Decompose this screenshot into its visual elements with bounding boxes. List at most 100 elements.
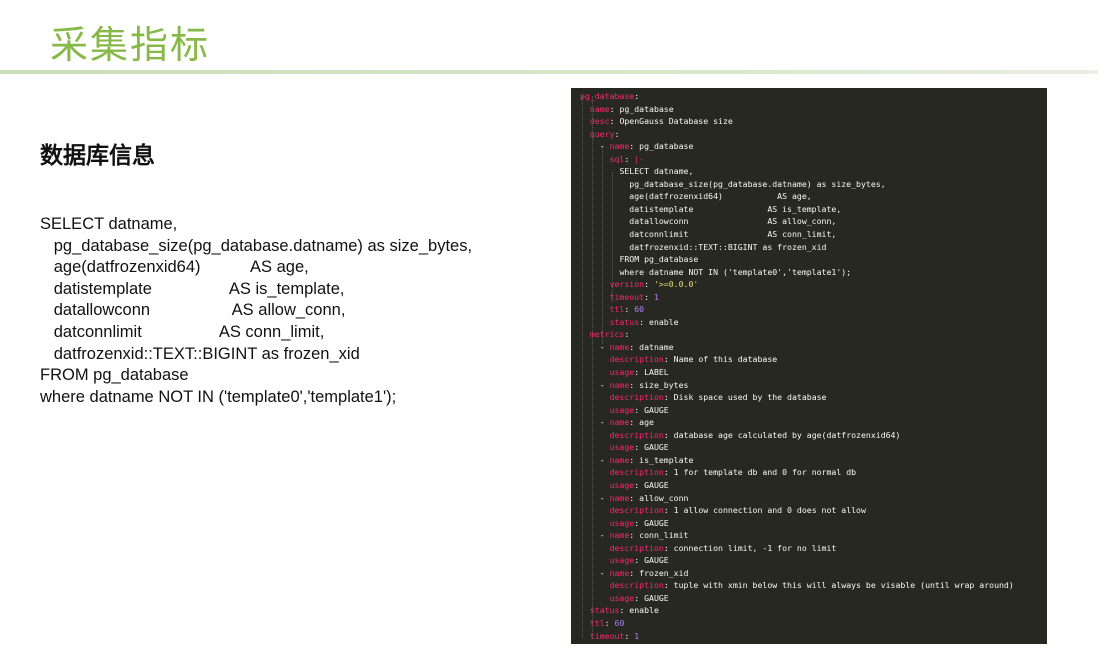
yaml-key: usage <box>609 517 635 528</box>
yaml-key: name <box>609 379 630 390</box>
yaml-separator: : <box>634 404 645 415</box>
code-indent: - <box>580 492 610 503</box>
yaml-value: pg_database <box>619 103 674 114</box>
code-line: - name: conn_limit <box>580 529 1014 542</box>
yaml-separator: : <box>629 454 640 465</box>
code-line: pg_database_size(pg_database.datname) as… <box>580 178 1014 191</box>
yaml-value: Disk space used by the database <box>673 392 827 403</box>
code-line: datfrozenxid::TEXT::BIGINT as frozen_xid <box>580 241 1014 254</box>
code-line: name: pg_database <box>580 103 1014 116</box>
code-indent: - <box>580 379 610 390</box>
sql-line: where datname NOT IN ('template0','templ… <box>40 387 397 406</box>
code-line: timeout: 1 <box>580 630 1014 643</box>
yaml-key: description <box>609 542 664 553</box>
code-line: FROM pg_database <box>580 253 1014 266</box>
yaml-separator: : <box>639 316 650 327</box>
yaml-separator: : <box>644 291 654 302</box>
yaml-key: description <box>609 392 664 403</box>
yaml-value: datistemplate AS is_template, <box>629 203 842 214</box>
yaml-key: usage <box>609 367 635 378</box>
yaml-value: 1 <box>634 630 640 641</box>
yaml-key: name <box>589 103 610 114</box>
yaml-separator: : <box>663 392 674 403</box>
yaml-value: datname <box>639 341 674 352</box>
yaml-value: age <box>639 417 654 428</box>
code-line: usage: GAUGE <box>580 441 1014 454</box>
yaml-separator: : <box>644 279 654 290</box>
yaml-separator: : <box>624 153 635 164</box>
yaml-key: sql <box>609 153 625 164</box>
yaml-value: pg_database <box>639 141 694 152</box>
yaml-value: pg_database_size(pg_database.datname) as… <box>629 178 886 189</box>
code-indent: - <box>580 530 610 541</box>
yaml-key: description <box>609 580 664 591</box>
code-line: usage: LABEL <box>580 366 1014 379</box>
yaml-separator: : <box>663 542 674 553</box>
code-line: version: '>=0.0.0' <box>580 278 1014 291</box>
yaml-value: GAUGE <box>644 442 669 453</box>
code-line: where datname NOT IN ('template0','templ… <box>580 266 1014 279</box>
yaml-separator: : <box>629 567 640 578</box>
code-line: - name: age <box>580 416 1014 429</box>
code-line: timeout: 1 <box>580 291 1014 304</box>
yaml-value: datconnlimit AS conn_limit, <box>629 229 837 240</box>
sql-query-block: SELECT datname, pg_database_size(pg_data… <box>40 214 560 408</box>
yaml-key: desc <box>589 116 610 127</box>
yaml-separator: : <box>629 417 640 428</box>
code-line: - name: is_template <box>580 454 1014 467</box>
code-line: query: <box>580 128 1014 141</box>
code-line: ttl: 60 <box>580 617 1014 630</box>
yaml-value: |- <box>634 153 645 164</box>
yaml-key: usage <box>609 404 635 415</box>
yaml-key: usage <box>609 442 635 453</box>
sql-line: SELECT datname, <box>40 215 178 233</box>
yaml-separator: : <box>629 530 640 541</box>
sql-line: datconnlimit AS conn_limit, <box>40 322 325 341</box>
yaml-value: enable <box>649 316 679 327</box>
yaml-value: GAUGE <box>644 479 669 490</box>
yaml-separator: : <box>634 367 645 378</box>
code-line: - name: pg_database <box>580 140 1014 153</box>
code-line: usage: GAUGE <box>580 592 1014 605</box>
yaml-key: name <box>609 530 630 541</box>
yaml-code-panel: pg_database: name: pg_database desc: Ope… <box>571 88 1047 644</box>
yaml-separator: : <box>609 116 620 127</box>
yaml-key: name <box>609 417 630 428</box>
code-line: pg_database: <box>580 90 1014 103</box>
code-line: datallowconn AS allow_conn, <box>580 215 1014 228</box>
yaml-value: OpenGauss Database size <box>619 116 733 127</box>
code-line: description: 1 allow connection and 0 do… <box>580 504 1014 517</box>
yaml-key: name <box>609 141 630 152</box>
yaml-key: pg_database <box>580 91 635 101</box>
yaml-value: GAUGE <box>644 555 669 566</box>
yaml-value: LABEL <box>644 367 669 378</box>
yaml-separator: : <box>634 592 645 603</box>
yaml-separator: : <box>634 517 645 528</box>
yaml-separator: : <box>663 580 674 591</box>
yaml-value: is_template <box>639 454 694 465</box>
sql-line: datallowconn AS allow_conn, <box>40 301 346 320</box>
yaml-key: description <box>609 467 664 478</box>
yaml-value: Name of this database <box>673 354 778 365</box>
yaml-separator: : <box>634 555 645 566</box>
code-line: ttl: 60 <box>580 303 1014 316</box>
sql-line: datfrozenxid::TEXT::BIGINT as frozen_xid <box>40 344 360 363</box>
yaml-separator: : <box>634 91 640 101</box>
yaml-key: description <box>609 429 664 440</box>
yaml-key: metrics <box>589 329 625 340</box>
